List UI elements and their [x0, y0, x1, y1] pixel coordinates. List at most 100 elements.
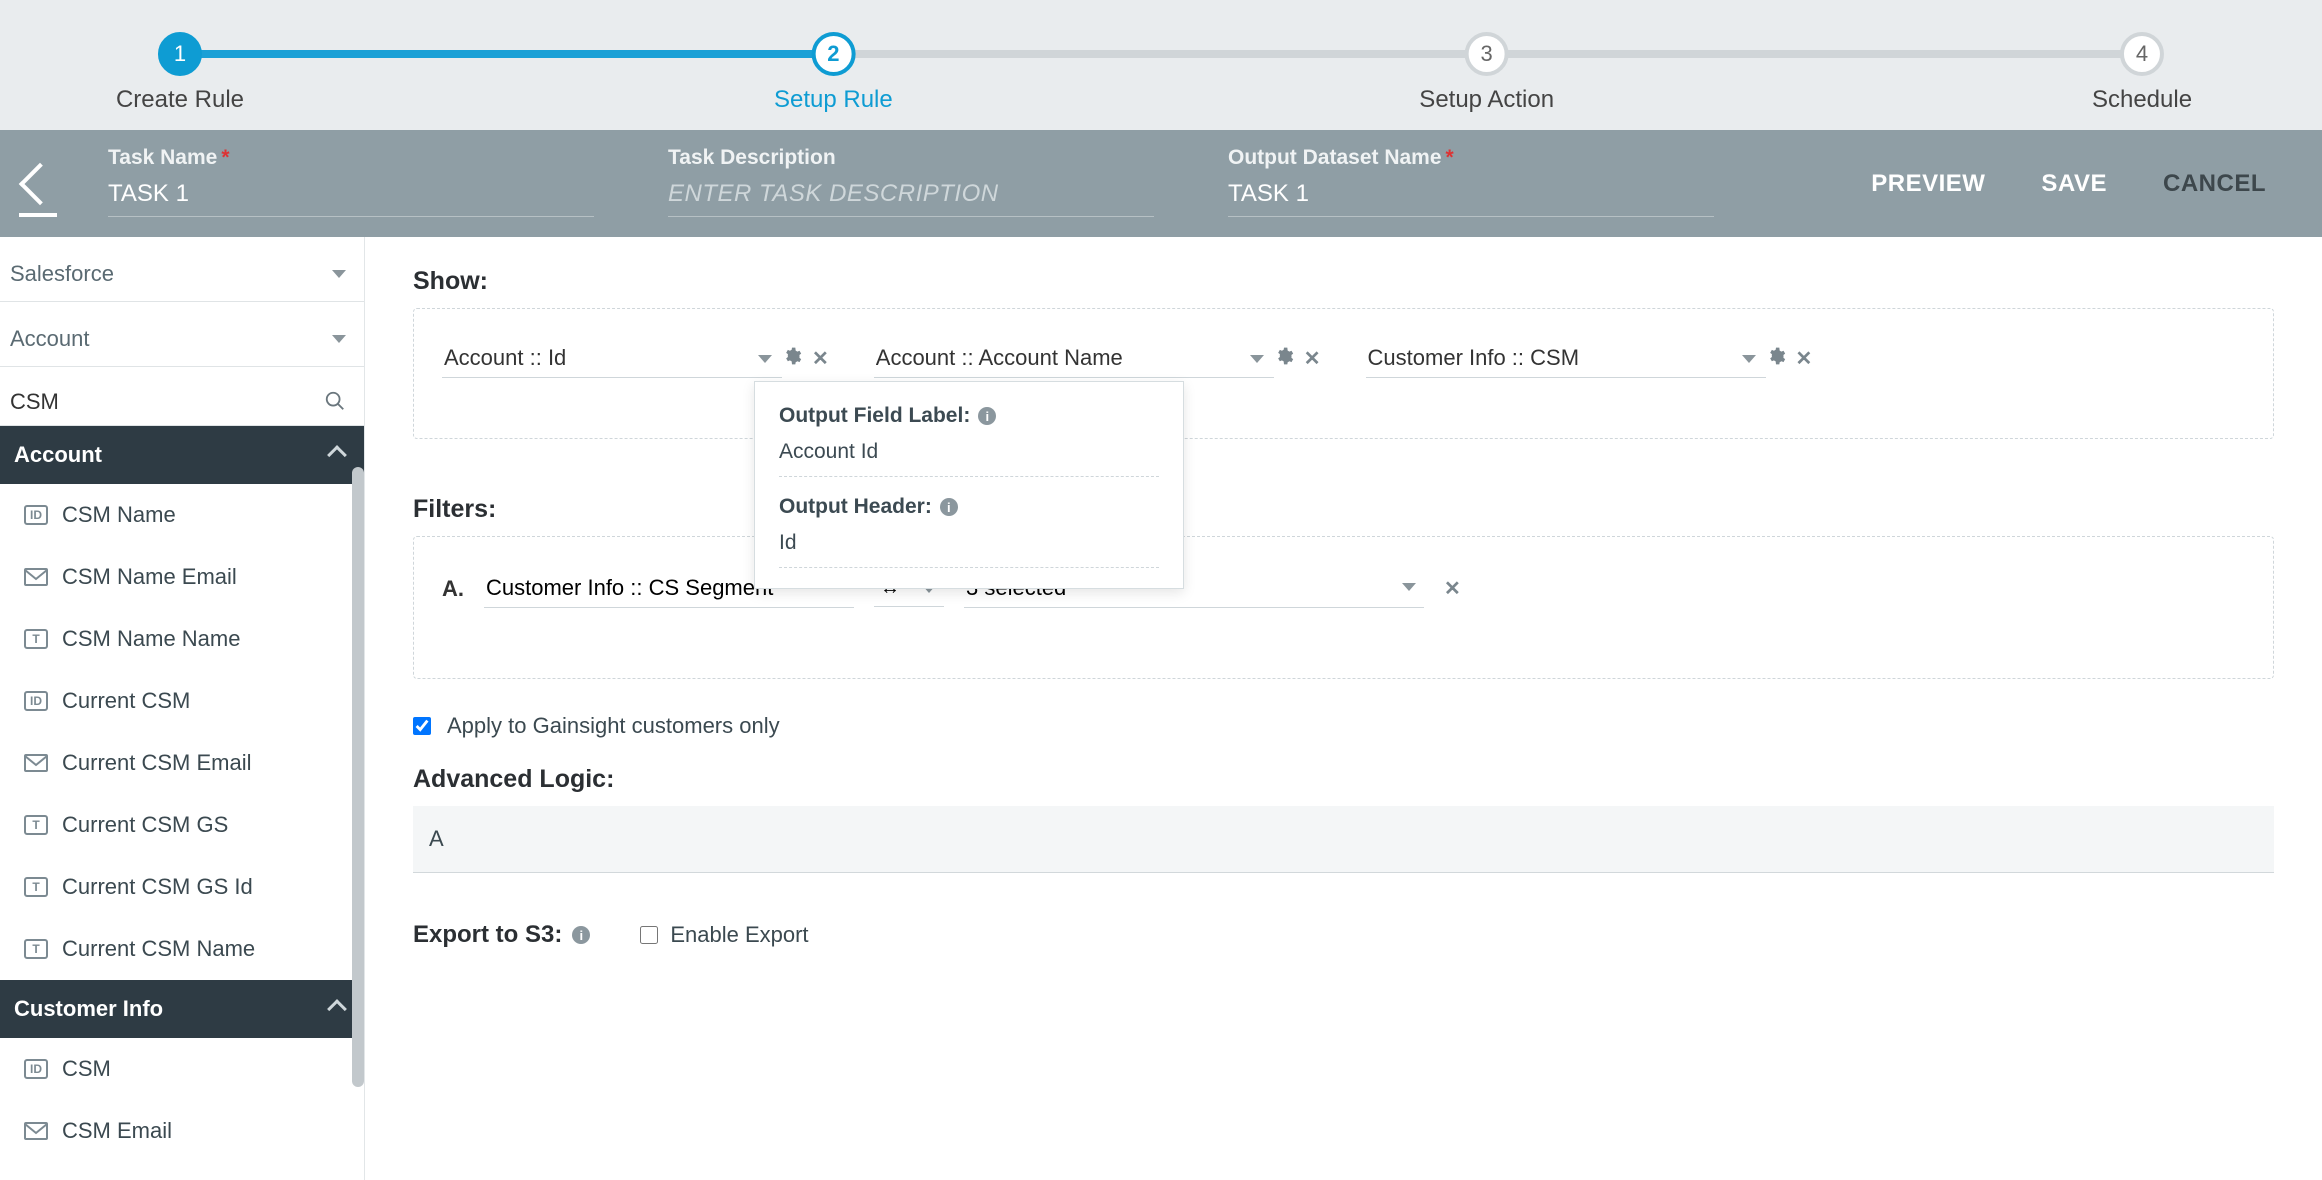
sidebar-group-account[interactable]: Account: [0, 426, 364, 484]
chevron-down-icon[interactable]: [1250, 355, 1264, 363]
field-settings-popover: Output Field Label:i Account Id Output H…: [754, 381, 1184, 589]
sidebar-item[interactable]: Current CSM Email: [0, 732, 364, 794]
sidebar-item[interactable]: IDCurrent CSM: [0, 670, 364, 732]
sidebar-item-label: CSM Email: [62, 1118, 172, 1144]
show-field-input[interactable]: [874, 339, 1274, 378]
step-number: 4: [2120, 32, 2164, 76]
info-icon[interactable]: i: [978, 407, 996, 425]
sidebar-scrollbar[interactable]: [352, 467, 364, 1087]
output-dataset-field-group: Output Dataset Name*: [1200, 130, 1760, 237]
chevron-down-icon: [332, 270, 346, 278]
gear-icon[interactable]: [1766, 346, 1786, 372]
source-dropdown-value: Salesforce: [10, 261, 114, 287]
sidebar-item[interactable]: T Current CSM GS Id: [0, 856, 364, 918]
save-button[interactable]: SAVE: [2041, 170, 2107, 198]
advanced-logic-title: Advanced Logic:: [413, 765, 2274, 794]
sidebar-search: [0, 367, 364, 426]
step-number: 1: [158, 32, 202, 76]
task-name-field-group: Task Name*: [80, 130, 640, 237]
chevron-down-icon: [1402, 583, 1416, 591]
close-icon[interactable]: [812, 346, 829, 371]
output-dataset-label: Output Dataset Name: [1228, 146, 1442, 169]
task-name-input[interactable]: [108, 170, 594, 217]
close-icon[interactable]: [1796, 346, 1813, 371]
step-schedule[interactable]: 4 Schedule: [2092, 32, 2192, 114]
popover-value[interactable]: Account Id: [779, 432, 1159, 477]
sidebar-group-title: Customer Info: [14, 996, 163, 1022]
step-label: Setup Rule: [774, 86, 893, 114]
gear-icon[interactable]: [1274, 346, 1294, 372]
close-icon[interactable]: [1304, 346, 1321, 371]
sidebar-group-customer-info[interactable]: Customer Info: [0, 980, 364, 1038]
filters-section-title: Filters:: [413, 495, 2274, 524]
popover-value[interactable]: Id: [779, 523, 1159, 568]
sidebar-item[interactable]: T CSM Name Name: [0, 608, 364, 670]
info-icon[interactable]: i: [572, 926, 590, 944]
sidebar-search-input[interactable]: [10, 389, 324, 415]
show-field: [442, 339, 829, 378]
type-text-icon: T: [24, 629, 48, 649]
sidebar-item[interactable]: T Current CSM Name: [0, 918, 364, 980]
gear-icon[interactable]: [782, 346, 802, 372]
show-field: [874, 339, 1321, 378]
chevron-down-icon: [332, 335, 346, 343]
sidebar-item[interactable]: IDCSM: [0, 1038, 364, 1100]
popover-label: Output Header:: [779, 495, 932, 519]
chevron-down-icon[interactable]: [758, 355, 772, 363]
type-text-icon: T: [24, 939, 48, 959]
sidebar-item-label: Current CSM Email: [62, 750, 251, 776]
object-dropdown[interactable]: Account: [0, 302, 364, 367]
task-header: Task Name* Task Description Output Datas…: [0, 130, 2322, 237]
type-id-icon: ID: [24, 505, 48, 525]
type-mail-icon: [24, 567, 48, 587]
sidebar-item-label: Current CSM GS: [62, 812, 228, 838]
apply-gainsight-checkbox[interactable]: [413, 717, 431, 735]
sidebar-item-label: CSM Name: [62, 502, 176, 528]
close-icon[interactable]: [1444, 576, 1461, 601]
advanced-logic-input[interactable]: [413, 806, 2274, 873]
cancel-button[interactable]: CANCEL: [2163, 170, 2266, 198]
source-dropdown[interactable]: Salesforce: [0, 237, 364, 302]
enable-export-checkbox[interactable]: [640, 926, 658, 944]
sidebar-item[interactable]: CSM Name Email: [0, 546, 364, 608]
type-text-icon: T: [24, 815, 48, 835]
sidebar-item-label: CSM: [62, 1056, 111, 1082]
apply-gainsight-label: Apply to Gainsight customers only: [447, 713, 780, 739]
type-mail-icon: [24, 1121, 48, 1141]
sidebar-item-label: Current CSM GS Id: [62, 874, 253, 900]
show-field-input[interactable]: [1366, 339, 1766, 378]
chevron-down-icon[interactable]: [1742, 355, 1756, 363]
task-desc-field-group: Task Description: [640, 130, 1200, 237]
step-setup-action[interactable]: 3 Setup Action: [1419, 32, 1554, 114]
task-desc-label: Task Description: [668, 146, 836, 169]
sidebar-item[interactable]: CSM Email: [0, 1100, 364, 1162]
sidebar-item-label: CSM Name Name: [62, 626, 240, 652]
sidebar-item[interactable]: T Current CSM GS: [0, 794, 364, 856]
chevron-up-icon: [327, 999, 347, 1019]
filters-panel: A.: [413, 536, 2274, 679]
task-name-label: Task Name: [108, 146, 217, 169]
export-s3-title: Export to S3:: [413, 921, 562, 949]
step-label: Setup Action: [1419, 86, 1554, 114]
show-field-input[interactable]: [442, 339, 782, 378]
type-text-icon: T: [24, 877, 48, 897]
content: Show:: [365, 237, 2322, 1180]
sidebar-group-title: Account: [14, 442, 102, 468]
sidebar-item-label: Current CSM Name: [62, 936, 255, 962]
output-dataset-input[interactable]: [1228, 170, 1714, 217]
step-setup-rule[interactable]: 2 Setup Rule: [774, 32, 893, 114]
stepper: 1 Create Rule 2 Setup Rule 3 Setup Actio…: [0, 0, 2322, 130]
step-create-rule[interactable]: 1 Create Rule: [116, 32, 244, 114]
type-mail-icon: [24, 753, 48, 773]
show-field: [1366, 339, 1813, 378]
preview-button[interactable]: PREVIEW: [1871, 170, 1985, 198]
info-icon[interactable]: i: [940, 498, 958, 516]
enable-export-label: Enable Export: [670, 922, 808, 948]
sidebar-item[interactable]: ID CSM Name: [0, 484, 364, 546]
task-desc-input[interactable]: [668, 170, 1154, 217]
search-icon[interactable]: [324, 390, 346, 415]
show-section-title: Show:: [413, 267, 2274, 296]
show-panel: Output Field Label:i Account Id Output H…: [413, 308, 2274, 439]
type-id-icon: ID: [24, 691, 48, 711]
back-button[interactable]: [0, 130, 80, 237]
